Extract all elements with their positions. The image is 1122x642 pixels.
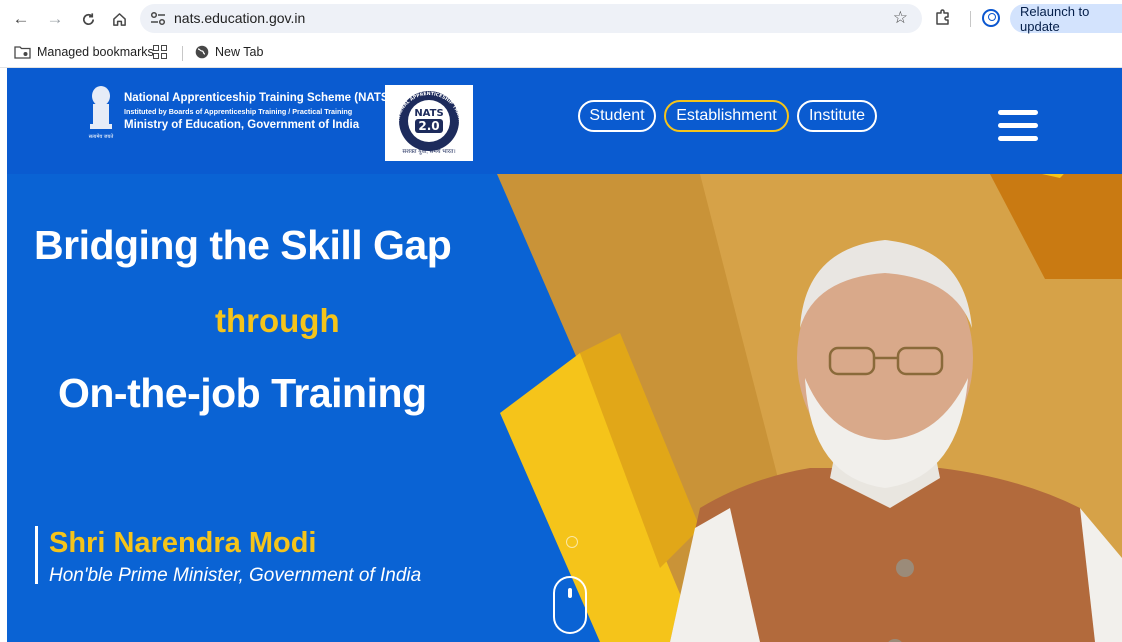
bookmarks-bar: Managed bookmarks New Tab xyxy=(0,38,1122,68)
globe-icon xyxy=(195,45,209,59)
scheme-subtitle: Instituted by Boards of Apprenticeship T… xyxy=(124,107,353,116)
bookmark-separator xyxy=(182,46,183,61)
nats-logo[interactable]: NATIONAL APPRENTICESHIP TRAINING SCHEME … xyxy=(383,81,473,161)
prime-minister-portrait xyxy=(670,240,1122,642)
carousel-dot[interactable] xyxy=(566,536,578,548)
logo-tagline: सशक्त युवा, समर्थ भारत। xyxy=(402,149,456,155)
ministry-name: Ministry of Education, Government of Ind… xyxy=(124,119,360,131)
home-icon[interactable] xyxy=(108,8,130,30)
address-bar[interactable]: nats.education.gov.in ☆ xyxy=(140,4,922,33)
logo-badge-text: NATS xyxy=(414,108,443,119)
extensions-icon[interactable] xyxy=(934,8,952,26)
nav-institute-button[interactable]: Institute xyxy=(797,100,877,132)
hero-headline-line3: On-the-job Training xyxy=(58,370,427,416)
hero-headline-line2: through xyxy=(215,302,340,339)
person-name: Shri Narendra Modi xyxy=(49,527,317,559)
forward-icon[interactable]: → xyxy=(44,8,66,30)
emblem-caption: सत्यमेव जयते xyxy=(89,133,114,140)
reload-icon[interactable] xyxy=(77,8,99,30)
folder-managed-icon xyxy=(14,46,31,59)
relaunch-button[interactable]: Relaunch to update xyxy=(1010,4,1122,34)
site-info-icon[interactable] xyxy=(150,11,166,26)
browser-toolbar: ← → nats.education.gov.in ☆ Relaunch to … xyxy=(0,0,1122,38)
scroll-down-indicator-icon[interactable] xyxy=(553,576,587,634)
nav-establishment-button[interactable]: Establishment xyxy=(664,100,789,132)
bookmark-new-tab[interactable]: New Tab xyxy=(195,45,263,59)
toolbar-separator xyxy=(970,11,971,27)
url-text[interactable]: nats.education.gov.in xyxy=(174,10,305,26)
scheme-title: National Apprenticeship Training Scheme … xyxy=(124,92,393,104)
bookmark-label: New Tab xyxy=(215,45,264,59)
logo-version-text: 2.0 xyxy=(418,119,439,133)
quote-divider xyxy=(35,526,38,584)
hero-headline-line1: Bridging the Skill Gap xyxy=(34,222,452,268)
nav-student-button[interactable]: Student xyxy=(578,100,656,132)
page-viewport: सत्यमेव जयते National Apprenticeship Tra… xyxy=(0,68,1122,642)
bookmark-star-icon[interactable]: ☆ xyxy=(893,8,908,28)
apps-grid-icon[interactable] xyxy=(153,45,167,59)
hamburger-menu-icon[interactable] xyxy=(998,110,1038,142)
back-icon[interactable]: ← xyxy=(10,8,32,30)
bookmark-managed[interactable]: Managed bookmarks xyxy=(14,45,154,59)
national-emblem-icon: सत्यमेव जयते xyxy=(89,86,114,140)
person-designation: Hon'ble Prime Minister, Government of In… xyxy=(49,565,422,586)
bookmark-label: Managed bookmarks xyxy=(37,45,154,59)
profile-avatar-icon[interactable] xyxy=(982,9,1000,27)
